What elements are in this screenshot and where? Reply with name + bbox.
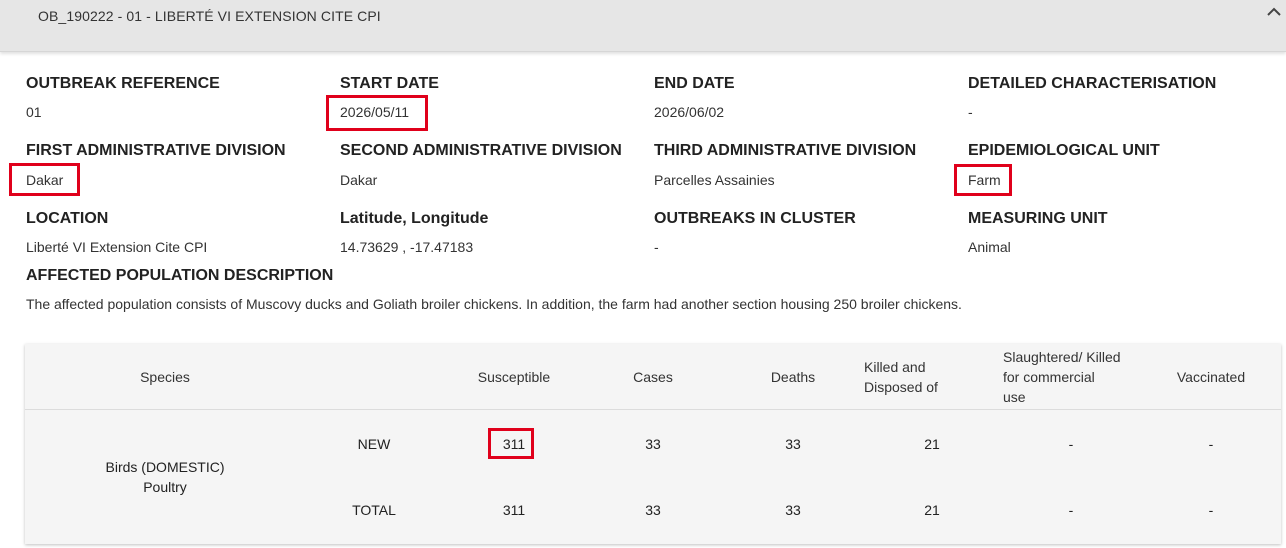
cases-cell: 33: [645, 502, 661, 518]
col-header-vaccinated: Vaccinated: [1176, 369, 1246, 385]
measuring-unit-label: MEASURING UNIT: [968, 210, 1108, 227]
third-admin-division-value: Parcelles Assainies: [654, 172, 775, 188]
detailed-characterisation-value: -: [968, 104, 973, 120]
vaccinated-cell: -: [1208, 502, 1214, 518]
outbreak-reference-value: 01: [26, 104, 42, 120]
slaughtered-cell: -: [1068, 502, 1074, 518]
detailed-characterisation-label: DETAILED CHARACTERISATION: [968, 75, 1217, 92]
lat-long-value: 14.73629 , -17.47183: [340, 239, 474, 255]
third-admin-division-label: THIRD ADMINISTRATIVE DIVISION: [654, 142, 917, 159]
outbreaks-in-cluster-value: -: [654, 239, 659, 255]
end-date-value: 2026/06/02: [654, 104, 725, 120]
vaccinated-cell: -: [1208, 436, 1214, 452]
col-header-slaughtered: Slaughtered/ Killed for commercial use: [1003, 347, 1153, 407]
killed-cell: 21: [924, 436, 940, 452]
epidemiological-unit-highlight-box: [954, 164, 1012, 196]
species-name: Birds (DOMESTIC): [105, 459, 225, 475]
susceptible-highlight-box: [488, 428, 534, 459]
outbreak-reference-label: OUTBREAK REFERENCE: [26, 75, 220, 92]
first-admin-division-label: FIRST ADMINISTRATIVE DIVISION: [26, 142, 286, 159]
location-value: Liberté VI Extension Cite CPI: [26, 239, 208, 255]
deaths-cell: 33: [785, 502, 801, 518]
susceptible-cell: 311: [502, 502, 526, 518]
second-admin-division-label: SECOND ADMINISTRATIVE DIVISION: [340, 142, 622, 159]
killed-cell: 21: [924, 502, 940, 518]
first-admin-division-highlight-box: [9, 163, 80, 196]
col-header-killed-line2: Disposed of: [864, 379, 938, 395]
col-header-cases: Cases: [633, 369, 673, 385]
second-admin-division-value: Dakar: [340, 172, 378, 188]
col-header-slaughtered-line1: Slaughtered/ Killed: [1003, 349, 1121, 365]
col-header-slaughtered-line3: use: [1003, 389, 1026, 405]
table-header-divider: [25, 409, 1281, 410]
start-date-label: START DATE: [340, 75, 439, 92]
col-header-deaths: Deaths: [770, 369, 816, 385]
deaths-cell: 33: [785, 436, 801, 452]
species-cell: Birds (DOMESTIC) Poultry: [85, 457, 245, 497]
chevron-up-icon[interactable]: [1266, 6, 1282, 18]
col-header-species: Species: [140, 369, 190, 385]
col-header-slaughtered-line2: for commercial: [1003, 369, 1095, 385]
row-label: TOTAL: [352, 502, 396, 518]
affected-population-description: The affected population consists of Musc…: [26, 296, 962, 312]
col-header-killed-line1: Killed and: [864, 359, 926, 375]
lat-long-label: Latitude, Longitude: [340, 210, 489, 227]
row-label: NEW: [357, 436, 391, 452]
start-date-highlight-box: [326, 95, 428, 131]
measuring-unit-value: Animal: [968, 239, 1011, 255]
species-category: Poultry: [143, 479, 187, 495]
col-header-killed-disposed: Killed and Disposed of: [864, 357, 974, 397]
end-date-label: END DATE: [654, 75, 735, 92]
outbreaks-in-cluster-label: OUTBREAKS IN CLUSTER: [654, 210, 856, 227]
slaughtered-cell: -: [1068, 436, 1074, 452]
panel-title: OB_190222 - 01 - LIBERTÉ VI EXTENSION CI…: [38, 8, 381, 24]
affected-population-label: AFFECTED POPULATION DESCRIPTION: [26, 267, 334, 284]
cases-cell: 33: [645, 436, 661, 452]
col-header-susceptible: Susceptible: [477, 369, 551, 385]
outbreak-panel-header[interactable]: OB_190222 - 01 - LIBERTÉ VI EXTENSION CI…: [0, 0, 1286, 52]
epidemiological-unit-label: EPIDEMIOLOGICAL UNIT: [968, 142, 1160, 159]
location-label: LOCATION: [26, 210, 109, 227]
